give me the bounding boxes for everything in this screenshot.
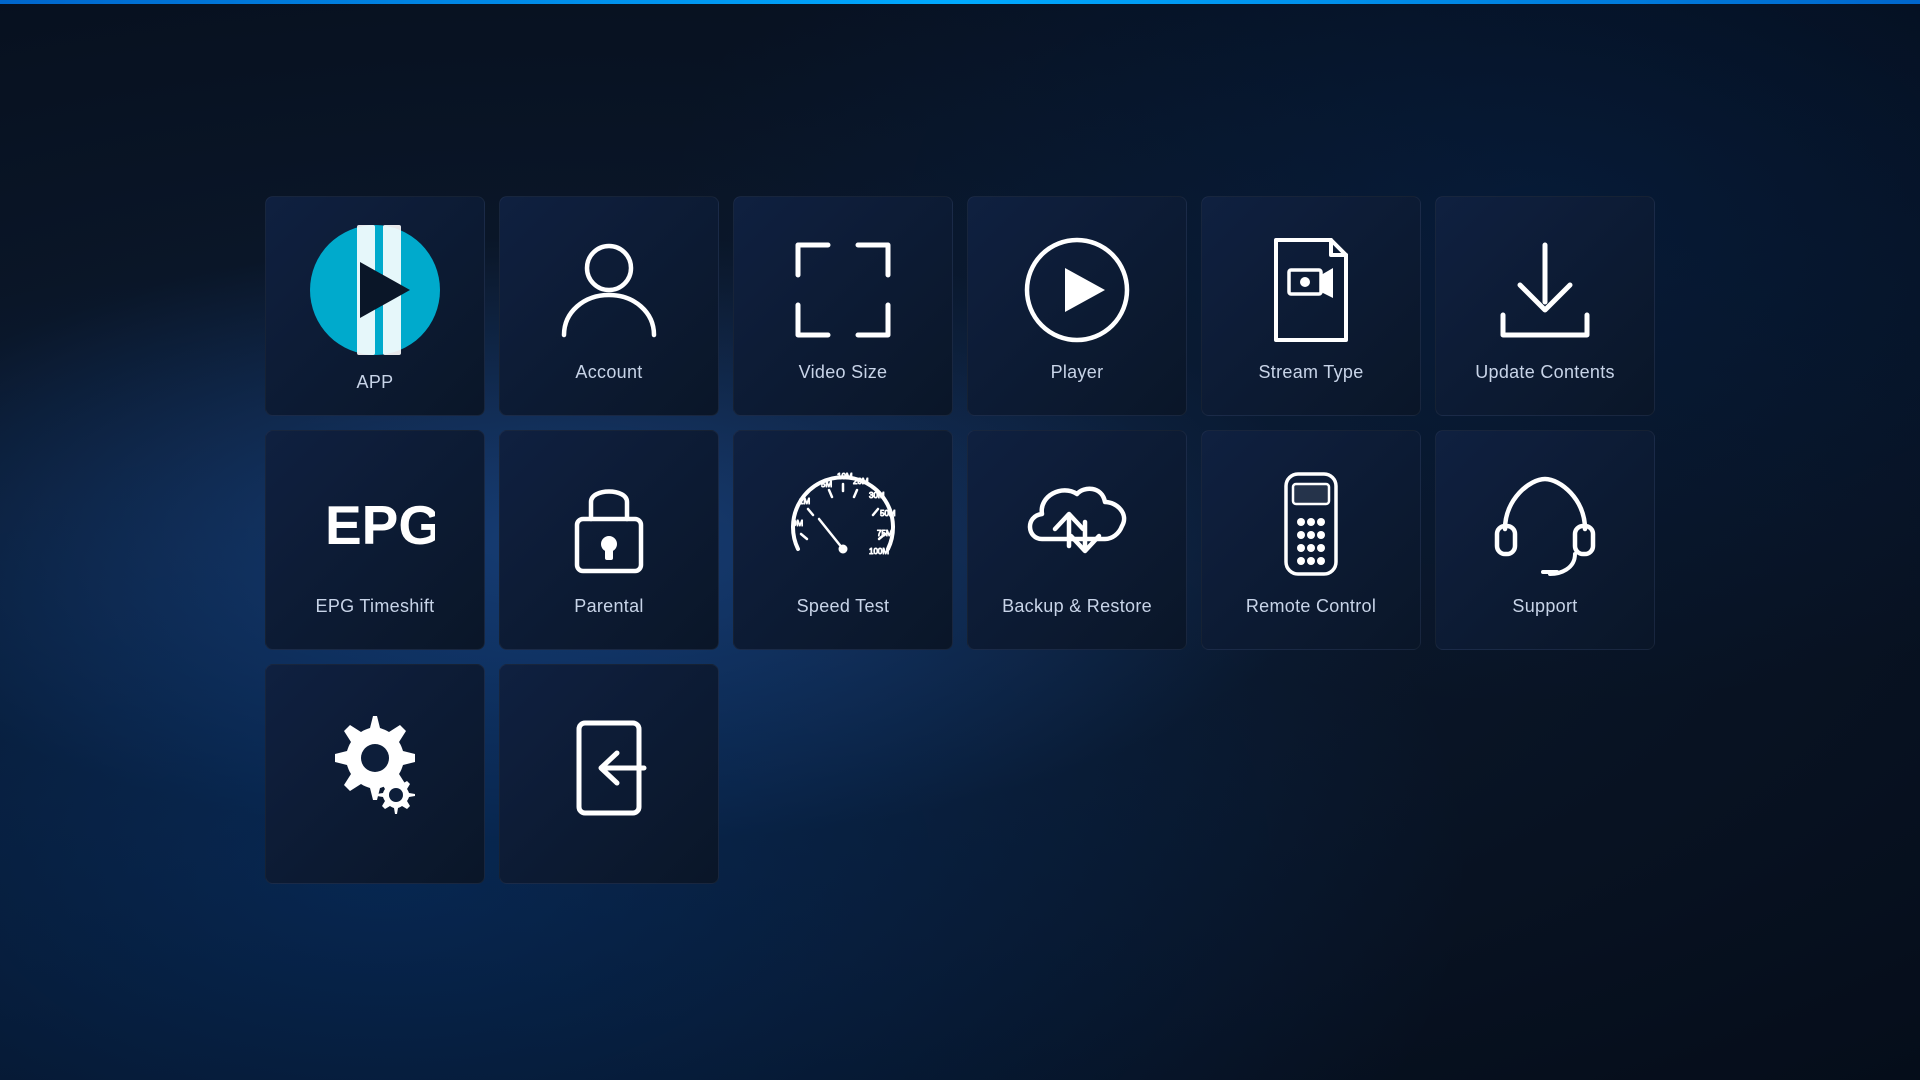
tile-speed-test[interactable]: 0M 1M 5M 10M 20M 30M 50M 75M 100M Speed … [733, 430, 953, 650]
tile-app[interactable]: APP [265, 196, 485, 416]
tile-remote-control[interactable]: Remote Control [1201, 430, 1421, 650]
parental-icon [549, 464, 669, 584]
epg-icon: EPG [315, 464, 435, 584]
svg-text:75M: 75M [877, 529, 893, 538]
settings-icon [315, 708, 435, 828]
backup-restore-icon [1017, 464, 1137, 584]
empty-tile-3 [1201, 664, 1421, 884]
tile-update-contents[interactable]: Update Contents [1435, 196, 1655, 416]
tile-backup-restore[interactable]: Backup & Restore [967, 430, 1187, 650]
account-icon [549, 230, 669, 350]
svg-text:50M: 50M [880, 509, 896, 518]
stream-type-icon [1251, 230, 1371, 350]
stream-type-label: Stream Type [1258, 362, 1363, 383]
account-label: Account [575, 362, 642, 383]
tile-logout[interactable] [499, 664, 719, 884]
update-contents-label: Update Contents [1475, 362, 1615, 383]
svg-text:30M: 30M [869, 491, 885, 500]
update-contents-icon [1485, 230, 1605, 350]
svg-text:0M: 0M [792, 519, 803, 528]
svg-text:EPG: EPG [325, 494, 435, 556]
svg-text:5M: 5M [821, 480, 832, 489]
backup-restore-label: Backup & Restore [1002, 596, 1152, 617]
tile-video-size[interactable]: Video Size [733, 196, 953, 416]
video-size-icon [783, 230, 903, 350]
tile-settings[interactable] [265, 664, 485, 884]
support-label: Support [1512, 596, 1577, 617]
remote-control-label: Remote Control [1246, 596, 1376, 617]
logout-icon [549, 708, 669, 828]
player-icon [1017, 230, 1137, 350]
tile-parental[interactable]: Parental [499, 430, 719, 650]
epg-label: EPG Timeshift [316, 596, 435, 617]
empty-tile-1 [733, 664, 953, 884]
svg-text:100M: 100M [869, 547, 889, 556]
tile-account[interactable]: Account [499, 196, 719, 416]
tile-epg-timeshift[interactable]: EPG EPG Timeshift [265, 430, 485, 650]
speed-test-icon: 0M 1M 5M 10M 20M 30M 50M 75M 100M [783, 464, 903, 584]
tile-player[interactable]: Player [967, 196, 1187, 416]
empty-tile-2 [967, 664, 1187, 884]
empty-tile-4 [1435, 664, 1655, 884]
settings-grid: APP Account Video Size [245, 176, 1675, 904]
app-label: APP [357, 372, 394, 393]
parental-label: Parental [574, 596, 643, 617]
support-icon [1485, 464, 1605, 584]
tile-stream-type[interactable]: Stream Type [1201, 196, 1421, 416]
video-size-label: Video Size [799, 362, 888, 383]
svg-text:1M: 1M [799, 497, 810, 506]
app-icon [305, 220, 445, 360]
speed-test-label: Speed Test [797, 596, 890, 617]
svg-text:20M: 20M [853, 477, 869, 486]
player-label: Player [1051, 362, 1104, 383]
svg-text:10M: 10M [837, 472, 853, 481]
tile-support[interactable]: Support [1435, 430, 1655, 650]
remote-control-icon [1251, 464, 1371, 584]
